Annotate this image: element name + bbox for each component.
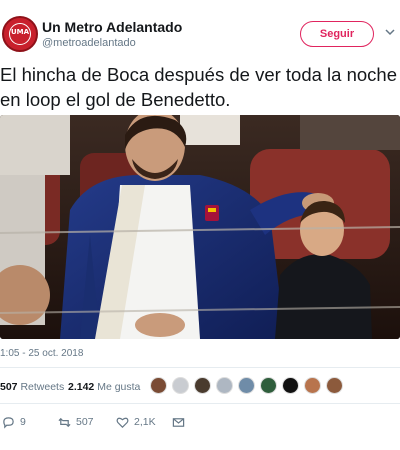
photo-illustration (0, 115, 400, 339)
message-icon (172, 417, 185, 427)
tweet-actions: 9 507 2,1K (0, 412, 400, 432)
avatar[interactable]: UMA (2, 16, 38, 52)
retweets-label: Retweets (20, 381, 65, 393)
likes-count: 2.142 (68, 381, 95, 393)
retweet-icon (58, 417, 71, 427)
divider (0, 367, 400, 368)
divider (0, 403, 400, 404)
direct-message-button[interactable] (172, 412, 190, 432)
avatar-logo-text: UMA (10, 28, 30, 36)
follow-button[interactable]: Seguir (300, 21, 374, 47)
heart-icon (116, 417, 129, 428)
tweet-image[interactable] (0, 115, 400, 339)
retweets-count: 507 (0, 381, 18, 393)
liker-avatar[interactable] (304, 377, 321, 394)
tweet-timestamp[interactable]: 1:05 - 25 oct. 2018 (0, 348, 83, 359)
liker-avatar[interactable] (216, 377, 233, 394)
likes-stat[interactable]: 2.142 Me gusta (68, 381, 140, 393)
retweets-stat[interactable]: 507 Retweets (0, 381, 64, 393)
liker-avatar[interactable] (238, 377, 255, 394)
account-name[interactable]: Un Metro Adelantado (42, 19, 182, 35)
like-count: 2,1K (134, 416, 156, 428)
chevron-down-icon[interactable] (384, 26, 396, 38)
liker-avatar[interactable] (282, 377, 299, 394)
likes-label: Me gusta (97, 381, 141, 393)
tweet-header: UMA Un Metro Adelantado @metroadelantado… (0, 14, 400, 58)
liker-avatar[interactable] (194, 377, 211, 394)
liker-avatar[interactable] (172, 377, 189, 394)
liker-avatar[interactable] (150, 377, 167, 394)
tweet-text: El hincha de Boca después de ver toda la… (0, 64, 398, 110)
reply-icon (3, 416, 14, 429)
like-button[interactable]: 2,1K (116, 412, 156, 432)
liker-avatar[interactable] (260, 377, 277, 394)
account-handle[interactable]: @metroadelantado (42, 37, 136, 49)
reply-count: 9 (20, 416, 26, 428)
retweet-button[interactable]: 507 (58, 412, 94, 432)
liker-avatar[interactable] (326, 377, 343, 394)
retweet-count: 507 (76, 416, 94, 428)
reply-button[interactable]: 9 (2, 412, 26, 432)
